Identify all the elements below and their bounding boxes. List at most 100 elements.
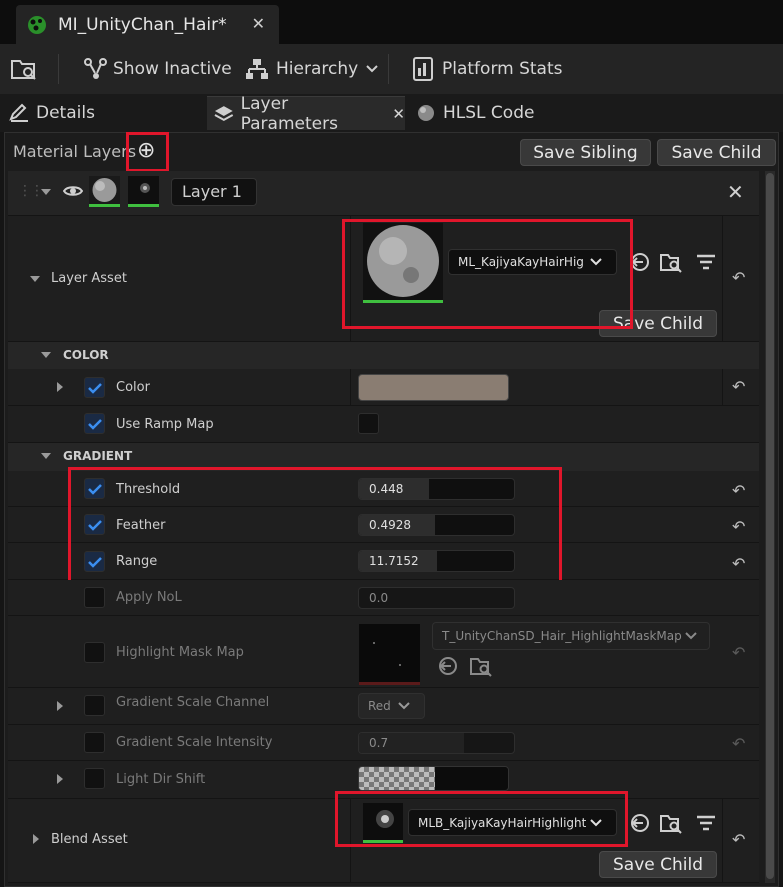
- close-tab-icon[interactable]: ✕: [252, 14, 265, 33]
- blend-asset-dropdown[interactable]: MLB_KajiyaKayHairHighlightI: [408, 809, 617, 836]
- gradient-scale-channel-label: Gradient Scale Channel: [116, 695, 270, 710]
- blend-asset-value: MLB_KajiyaKayHairHighlightI: [418, 815, 586, 830]
- tab-details[interactable]: Details: [8, 96, 95, 130]
- filter-icon[interactable]: [695, 253, 717, 271]
- scrollbar-thumb[interactable]: [766, 173, 774, 879]
- layer-name-field[interactable]: Layer 1: [171, 178, 257, 206]
- highlight-mask-dropdown[interactable]: T_UnityChanSD_Hair_HighlightMaskMap: [432, 622, 710, 650]
- reset-to-default-icon[interactable]: ↶: [732, 377, 745, 396]
- hierarchy-dropdown[interactable]: Hierarchy: [245, 44, 379, 94]
- tab-layer-parameters[interactable]: Layer Parameters ✕: [207, 94, 405, 134]
- reset-to-default-icon[interactable]: ↶: [732, 554, 745, 573]
- browse-button[interactable]: [10, 44, 38, 94]
- collapse-arrow-icon[interactable]: [41, 453, 51, 459]
- reset-to-default-icon[interactable]: ↶: [732, 268, 745, 287]
- close-layer-icon[interactable]: ✕: [727, 180, 744, 204]
- hierarchy-label: Hierarchy: [276, 59, 359, 79]
- feather-label: Feather: [116, 518, 166, 533]
- sphere-thumbnail-icon: [367, 225, 439, 297]
- expand-arrow-icon[interactable]: [57, 701, 63, 711]
- layer-asset-thumbnail[interactable]: [363, 223, 443, 303]
- show-inactive-button[interactable]: Show Inactive: [83, 44, 232, 94]
- checkmark-icon: [87, 382, 102, 394]
- layer-asset-value: ML_KajiyaKayHairHig: [458, 255, 584, 269]
- use-ramp-map-value-checkbox[interactable]: [358, 413, 379, 434]
- toolbar-divider: [58, 54, 59, 84]
- reset-to-default-icon[interactable]: ↶: [732, 517, 745, 536]
- threshold-input[interactable]: 0.448: [358, 478, 515, 500]
- expand-arrow-icon[interactable]: [57, 774, 63, 784]
- layer-save-child-button[interactable]: Save Child: [599, 310, 717, 337]
- chevron-down-icon: [590, 258, 602, 266]
- expand-arrow-icon[interactable]: [41, 189, 51, 195]
- pencil-icon: [9, 103, 28, 122]
- color-category-title: COLOR: [63, 348, 109, 362]
- blend-save-child-button[interactable]: Save Child: [599, 851, 717, 878]
- browse-asset-icon[interactable]: [659, 812, 683, 834]
- gradient-category-title: GRADIENT: [63, 449, 133, 463]
- range-checkbox[interactable]: [84, 551, 105, 572]
- vertical-scrollbar[interactable]: [765, 171, 775, 883]
- blend-asset-thumbnail[interactable]: [363, 803, 403, 843]
- chevron-down-icon: [398, 702, 410, 710]
- checkmark-icon: [87, 519, 102, 531]
- add-layer-icon[interactable]: ⊕: [137, 139, 155, 163]
- material-instance-icon: [28, 15, 46, 34]
- close-tab-icon[interactable]: ✕: [392, 105, 405, 123]
- apply-nol-input[interactable]: 0.0: [358, 587, 515, 609]
- highlight-mask-map-checkbox[interactable]: [84, 642, 105, 663]
- eye-icon[interactable]: [63, 184, 83, 198]
- browse-asset-icon[interactable]: [469, 655, 493, 677]
- expand-arrow-icon[interactable]: [57, 382, 63, 392]
- threshold-value: 0.448: [369, 482, 404, 496]
- color-checkbox[interactable]: [84, 377, 105, 398]
- chevron-down-icon: [366, 65, 378, 73]
- range-input[interactable]: 11.7152: [358, 550, 515, 572]
- reset-to-default-icon[interactable]: ↶: [732, 643, 745, 662]
- layers-icon: [214, 105, 234, 121]
- highlight-mask-value: T_UnityChanSD_Hair_HighlightMaskMap: [442, 629, 682, 643]
- column-divider: [350, 216, 351, 342]
- light-dir-shift-swatch[interactable]: [358, 766, 509, 791]
- feather-checkbox[interactable]: [84, 514, 105, 535]
- gradient-scale-intensity-input[interactable]: 0.7: [358, 732, 515, 754]
- highlight-mask-map-label: Highlight Mask Map: [116, 645, 244, 660]
- document-tab[interactable]: MI_UnityChan_Hair* ✕: [16, 5, 279, 44]
- light-dir-shift-checkbox[interactable]: [84, 768, 105, 789]
- gradient-scale-intensity-checkbox[interactable]: [84, 732, 105, 753]
- feather-input[interactable]: 0.4928: [358, 514, 515, 536]
- layer-asset-dropdown[interactable]: ML_KajiyaKayHairHig: [448, 249, 617, 275]
- threshold-checkbox[interactable]: [84, 478, 105, 499]
- color-swatch[interactable]: [358, 374, 509, 401]
- use-selected-icon[interactable]: [437, 655, 459, 677]
- apply-nol-checkbox[interactable]: [84, 587, 105, 608]
- platform-stats-button[interactable]: Platform Stats: [412, 44, 563, 94]
- drag-handle-icon[interactable]: ⋮⋮: [18, 183, 44, 199]
- filter-icon[interactable]: [695, 814, 717, 832]
- expand-arrow-icon[interactable]: [30, 276, 40, 282]
- stats-icon: [413, 57, 433, 81]
- layer-asset-label: Layer Asset: [51, 271, 127, 286]
- use-selected-icon[interactable]: [629, 812, 651, 834]
- browse-asset-icon[interactable]: [659, 251, 683, 273]
- color-category-header[interactable]: [8, 342, 759, 369]
- reset-to-default-icon[interactable]: ↶: [732, 481, 745, 500]
- checkmark-icon: [87, 556, 102, 568]
- highlight-mask-thumbnail[interactable]: [359, 624, 420, 685]
- expand-arrow-icon[interactable]: [33, 834, 39, 844]
- gradient-scale-channel-dropdown[interactable]: Red: [358, 693, 425, 719]
- layer-row: [8, 171, 759, 216]
- tab-hlsl-code[interactable]: HLSL Code: [416, 96, 534, 130]
- save-child-button[interactable]: Save Child: [657, 139, 776, 166]
- use-selected-icon[interactable]: [629, 251, 651, 273]
- threshold-label: Threshold: [116, 482, 181, 497]
- use-ramp-map-checkbox[interactable]: [84, 413, 105, 434]
- gradient-scale-channel-checkbox[interactable]: [84, 695, 105, 716]
- platform-stats-label: Platform Stats: [442, 59, 563, 79]
- toolbar-divider: [388, 54, 389, 84]
- reset-to-default-icon[interactable]: ↶: [732, 830, 745, 849]
- collapse-arrow-icon[interactable]: [41, 352, 51, 358]
- save-sibling-button[interactable]: Save Sibling: [520, 139, 651, 166]
- reset-to-default-icon[interactable]: ↶: [732, 734, 745, 753]
- tree-icon: [246, 59, 268, 79]
